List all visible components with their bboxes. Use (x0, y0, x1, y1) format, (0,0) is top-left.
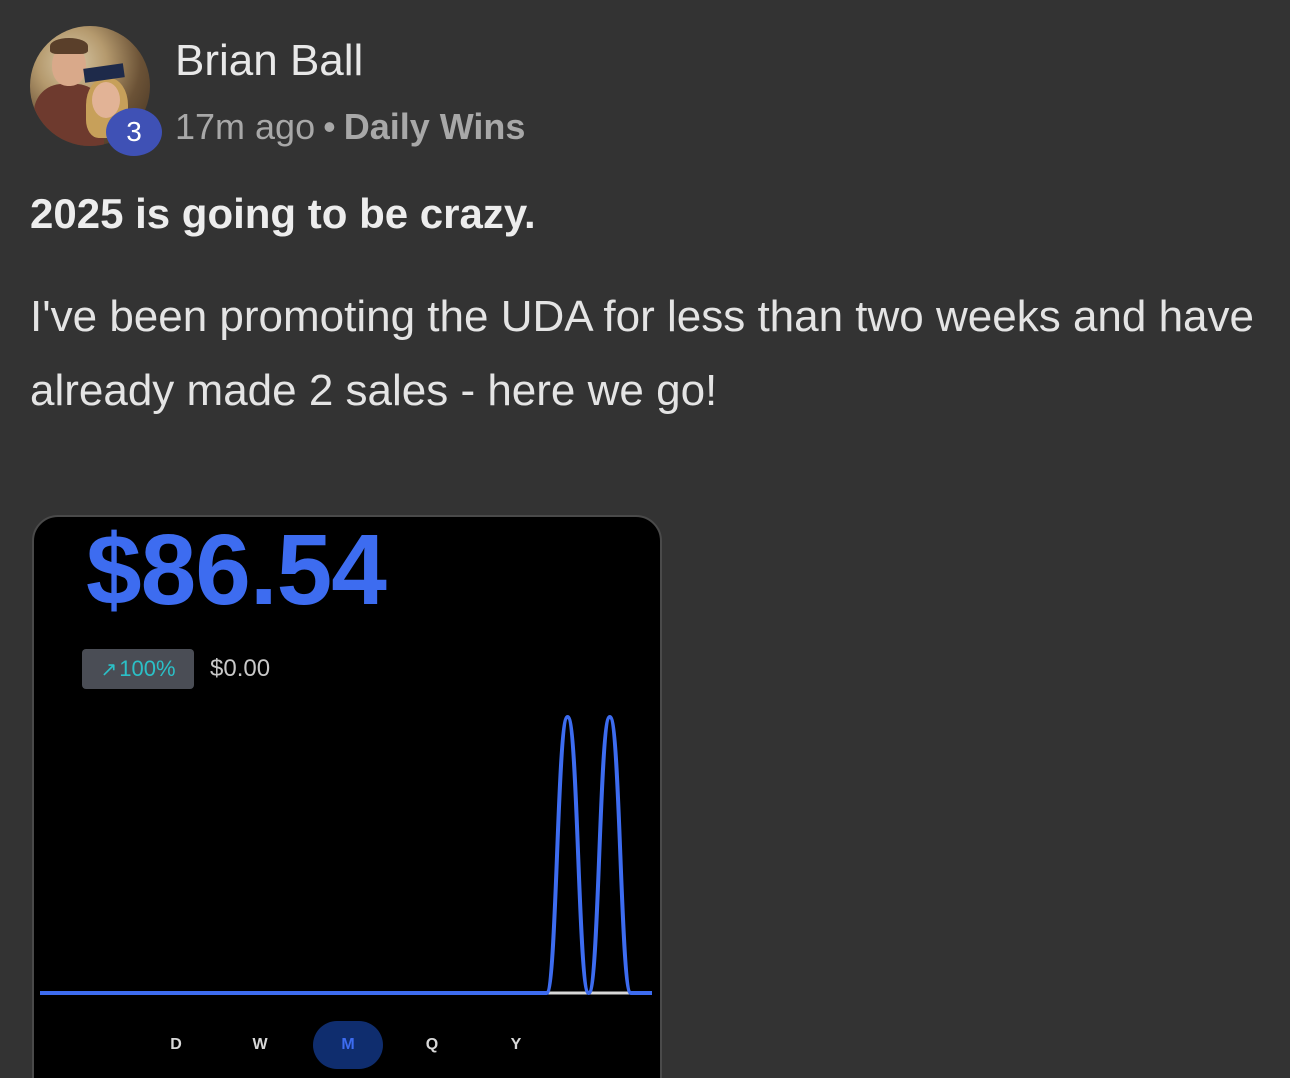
chart-series-line (40, 715, 652, 995)
level-badge: 3 (106, 108, 162, 156)
range-tab-d[interactable]: D (146, 1035, 206, 1055)
timestamp: 17m ago (175, 106, 316, 147)
post-meta: 17m ago • Daily Wins (175, 106, 525, 148)
range-tab-y[interactable]: Y (486, 1035, 546, 1055)
author-name[interactable]: Brian Ball (175, 36, 363, 86)
chart-point (608, 716, 611, 718)
post-card: 3 Brian Ball 17m ago • Daily Wins 2025 is … (0, 0, 1290, 1078)
category-link[interactable]: Daily Wins (344, 106, 526, 147)
range-tab-w[interactable]: W (230, 1035, 290, 1055)
range-tab-q[interactable]: Q (402, 1035, 462, 1055)
range-tab-m[interactable]: M (313, 1021, 383, 1069)
chart-point (566, 716, 569, 718)
author-avatar-wrapper[interactable]: 3 (30, 26, 162, 156)
meta-separator: • (323, 106, 336, 147)
earnings-chart (40, 715, 652, 995)
attached-image[interactable]: $86.54 ↗100% $0.00 DWMQY (32, 515, 662, 1078)
post-title: 2025 is going to be crazy. (30, 190, 536, 237)
post-body: I've been promoting the UDA for less tha… (30, 292, 1254, 415)
